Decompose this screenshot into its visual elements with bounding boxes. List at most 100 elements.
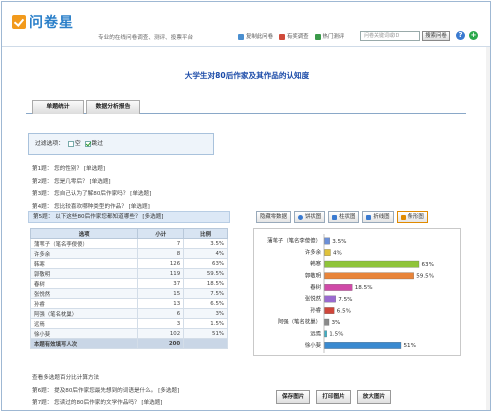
cell-percent: 3% bbox=[183, 308, 228, 319]
pie-icon bbox=[297, 214, 303, 220]
filter-skip-label: 跳过 bbox=[91, 141, 104, 147]
tab-analysis-report[interactable]: 数据分析报告 bbox=[86, 100, 140, 114]
question-list: 第1题： 您的性别？ [单选题] 第2题： 您是几零后？ [单选题] 第3题： … bbox=[32, 163, 151, 213]
percent-method-link[interactable]: 查看多选题百分比计算方法 bbox=[32, 372, 179, 385]
chart-bar[interactable] bbox=[324, 260, 420, 268]
page-title: 大学生对80后作家及其作品的认知度 bbox=[184, 71, 310, 80]
cell-percent: 4% bbox=[183, 248, 228, 259]
table-total-row: 本题有效填写人次 200 bbox=[29, 338, 228, 349]
chart-value-label: 51% bbox=[404, 343, 416, 349]
hide-zero-button[interactable]: 隐藏零数据 bbox=[256, 211, 291, 223]
pie-chart-button[interactable]: 饼状图 bbox=[293, 211, 326, 223]
chart-toolbar: 隐藏零数据 饼状图 柱状图 折线图 条形图 bbox=[256, 211, 428, 223]
tab-single-question[interactable]: 单题统计 bbox=[32, 100, 84, 114]
site-slogan: 专业的在线问卷调查、测评、投票平台 bbox=[98, 35, 194, 41]
question-item[interactable]: 第1题： 您的性别？ [单选题] bbox=[32, 163, 151, 176]
print-image-button[interactable]: 打印图片 bbox=[316, 390, 351, 404]
vertical-scrollbar[interactable] bbox=[486, 47, 490, 410]
question-item[interactable]: 第3题： 您自己认为了解80后作家吗？ [单选题] bbox=[32, 188, 151, 201]
cell-option: 徐小斐 bbox=[29, 328, 139, 339]
chart-bar[interactable] bbox=[324, 318, 330, 326]
zoom-image-button[interactable]: 放大图片 bbox=[356, 390, 392, 404]
filter-empty-label: 空 bbox=[74, 141, 81, 147]
filter-skip-checkbox[interactable] bbox=[84, 140, 91, 147]
app-window: 问卷星 专业的在线问卷调查、测评、投票平台 复制此问卷 有奖调查 热门测评 问卷… bbox=[1, 1, 491, 411]
question-item[interactable]: 第2题： 您是几零后？ [单选题] bbox=[32, 176, 151, 189]
chart-bar[interactable] bbox=[324, 330, 327, 338]
chart-bar[interactable] bbox=[324, 249, 331, 256]
doc-icon bbox=[314, 33, 321, 40]
col-header-option[interactable]: 选项 bbox=[29, 228, 139, 239]
help-icon[interactable]: ? bbox=[456, 31, 465, 40]
cell-count: 15 bbox=[137, 288, 185, 299]
line-chart-button[interactable]: 折线图 bbox=[362, 211, 394, 223]
cell-percent: 18.5% bbox=[183, 278, 228, 289]
table-row: 春树 37 18.5% bbox=[29, 278, 228, 289]
filter-label: 过滤选项： bbox=[35, 141, 64, 147]
total-count: 200 bbox=[137, 338, 185, 349]
cell-option: 孙睿 bbox=[29, 298, 139, 309]
copy-icon bbox=[238, 33, 244, 40]
chart-bar[interactable] bbox=[324, 295, 336, 303]
col-header-count[interactable]: 小计 bbox=[137, 228, 185, 239]
cell-count: 8 bbox=[137, 248, 185, 259]
search-input[interactable]: 问卷关键词或ID bbox=[360, 31, 420, 41]
hbar-chart-button[interactable]: 条形图 bbox=[396, 211, 428, 223]
result-table: 选项 小计 比例 蒲苇子（笔名李傻傻） 7 3.5% 许多余 8 4% 韩寒 126 63%… bbox=[29, 228, 228, 349]
hot-test-link[interactable]: 热门测评 bbox=[314, 32, 344, 40]
site-logo[interactable]: 问卷星 bbox=[12, 12, 74, 32]
cell-option: 韩寒 bbox=[29, 258, 139, 269]
chart-category-label: 阿强（笔名枕巢） bbox=[278, 318, 321, 326]
prize-survey-link[interactable]: 有奖调查 bbox=[278, 32, 309, 40]
cell-percent: 3.5% bbox=[183, 238, 228, 249]
cell-count: 37 bbox=[137, 278, 185, 289]
horizontal-bar-chart: 蒲苇子（笔名李傻傻） 3.5% 许多余 4% 韩寒 63% 郭敬明 59.5% 春树 18.5% 张… bbox=[267, 234, 434, 353]
table-row: 远焉 3 1.5% bbox=[29, 318, 228, 329]
cell-option: 蒲苇子（笔名李傻傻） bbox=[29, 238, 139, 249]
cell-percent: 63% bbox=[183, 258, 228, 269]
chart-bar[interactable] bbox=[324, 284, 353, 291]
filter-empty-checkbox[interactable] bbox=[67, 140, 74, 147]
col-header-percent: 比例 bbox=[183, 228, 228, 239]
chart-area: 蒲苇子（笔名李傻傻） 3.5% 许多余 4% 韩寒 63% 郭敬明 59.5% 春树 18.5% 张… bbox=[253, 228, 461, 356]
gift-icon bbox=[278, 33, 285, 40]
chart-value-label: 18.5% bbox=[355, 285, 373, 291]
bar-chart-button[interactable]: 柱状图 bbox=[328, 211, 360, 223]
question-item[interactable]: 第6题： 提及80后作家您最先想到的词语是什么。 [多选题] bbox=[32, 385, 179, 398]
cell-percent: 59.5% bbox=[183, 268, 228, 279]
question-item[interactable]: 第7题： 您读过的80后作家的文学作品吗？ [单选题] bbox=[32, 397, 179, 410]
cell-percent: 51% bbox=[183, 328, 228, 339]
add-icon[interactable]: + bbox=[469, 31, 478, 40]
chart-value-label: 3% bbox=[332, 320, 341, 326]
question-list-bottom: 查看多选题百分比计算方法 第6题： 提及80后作家您最先想到的词语是什么。 [多… bbox=[32, 372, 179, 410]
copy-survey-link[interactable]: 复制此问卷 bbox=[238, 32, 273, 40]
chart-category-label: 许多余 bbox=[305, 248, 322, 256]
cell-option: 许多余 bbox=[29, 248, 139, 259]
chart-category-label: 郭敬明 bbox=[305, 271, 321, 279]
cell-option: 阿强（笔名枕巢） bbox=[29, 308, 139, 319]
table-row: 韩寒 126 63% bbox=[29, 258, 228, 269]
cell-count: 7 bbox=[137, 238, 185, 249]
cell-option: 郭敬明 bbox=[29, 268, 139, 279]
chart-bar[interactable] bbox=[324, 307, 335, 314]
chart-category-label: 春树 bbox=[310, 283, 321, 291]
question-5-header: 第5题： 以下这些80后作家您都知道哪些？ [多选题] bbox=[28, 211, 230, 223]
chart-category-label: 远焉 bbox=[310, 329, 321, 337]
chart-category-label: 徐小斐 bbox=[305, 341, 322, 349]
chart-bar[interactable] bbox=[324, 342, 402, 349]
save-image-button[interactable]: 保存图片 bbox=[276, 390, 311, 404]
logo-text: 问卷星 bbox=[29, 15, 74, 31]
tab-bar: 单题统计 数据分析报告 bbox=[26, 100, 466, 114]
search-button[interactable]: 搜索问卷 bbox=[422, 31, 450, 41]
cell-count: 13 bbox=[137, 298, 185, 309]
chart-bar[interactable] bbox=[324, 237, 330, 245]
table-row: 张悦然 15 7.5% bbox=[29, 288, 228, 299]
site-header: 问卷星 专业的在线问卷调查、测评、投票平台 复制此问卷 有奖调查 热门测评 问卷… bbox=[2, 2, 490, 41]
table-row: 徐小斐 102 51% bbox=[29, 328, 228, 339]
chart-bar[interactable] bbox=[324, 272, 414, 280]
chart-value-label: 7.5% bbox=[338, 297, 352, 303]
chart-category-label: 韩寒 bbox=[310, 260, 321, 268]
chart-value-label: 1.5% bbox=[329, 332, 343, 338]
bar-icon bbox=[332, 214, 338, 220]
table-row: 郭敬明 119 59.5% bbox=[29, 268, 228, 279]
